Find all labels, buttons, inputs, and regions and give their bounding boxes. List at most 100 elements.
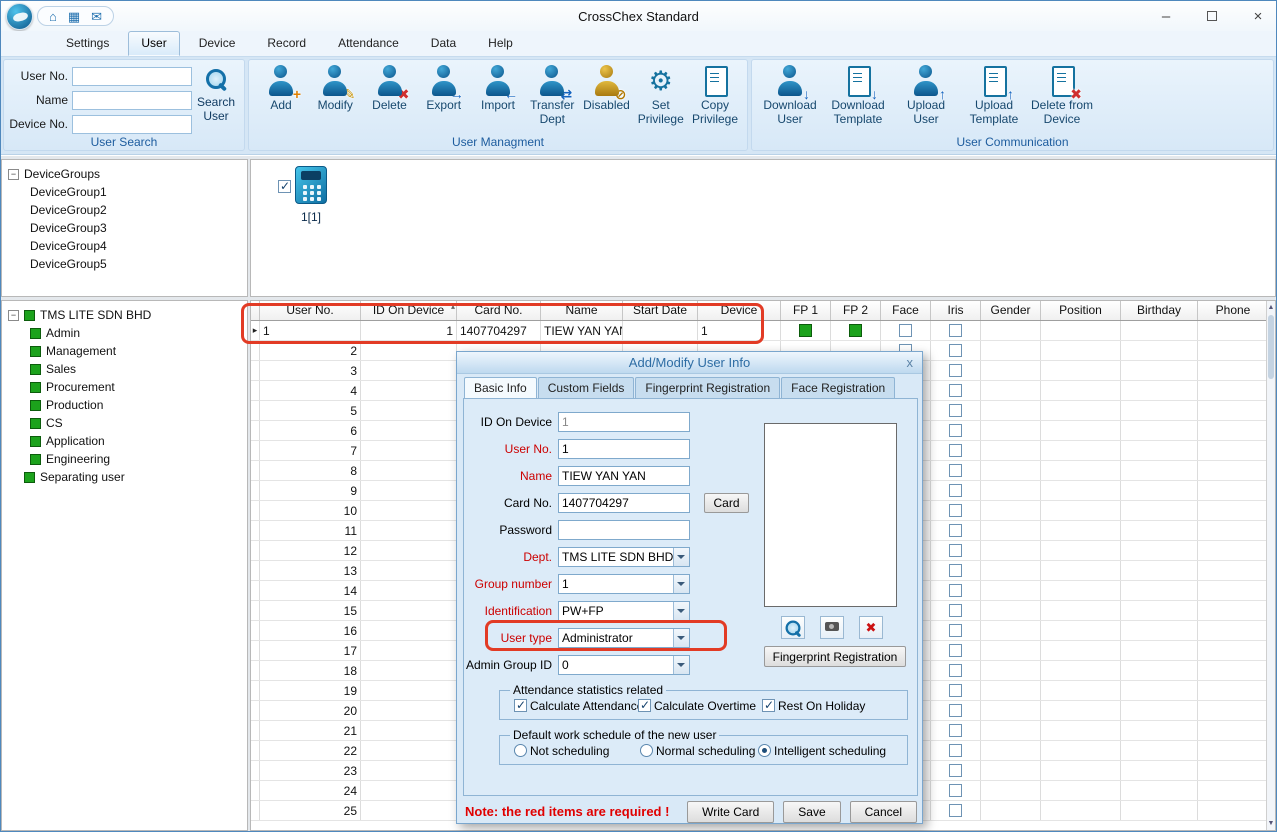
- dialog-tab-basic-info[interactable]: Basic Info: [464, 377, 537, 398]
- dialog-tab-custom-fields[interactable]: Custom Fields: [538, 377, 635, 398]
- iris-checkbox[interactable]: [949, 564, 962, 577]
- chevron-down-icon[interactable]: [673, 656, 689, 674]
- radio-not-scheduling[interactable]: Not scheduling: [514, 743, 609, 758]
- iris-checkbox[interactable]: [949, 704, 962, 717]
- search-input-name[interactable]: [72, 91, 192, 110]
- scroll-up-icon[interactable]: ▲: [1267, 301, 1275, 314]
- ribbon-button-import[interactable]: ←Import: [472, 62, 524, 138]
- chevron-down-icon[interactable]: [673, 548, 689, 566]
- field-dept[interactable]: TMS LITE SDN BHD: [558, 547, 690, 567]
- iris-checkbox[interactable]: [949, 384, 962, 397]
- iris-checkbox[interactable]: [949, 464, 962, 477]
- home-icon[interactable]: ⌂: [49, 10, 57, 23]
- radio-button[interactable]: [514, 744, 527, 757]
- iris-checkbox[interactable]: [949, 364, 962, 377]
- column-header-device[interactable]: Device: [698, 301, 781, 320]
- ribbon-button-copy-privilege[interactable]: Copy Privilege: [689, 62, 741, 138]
- tab-data[interactable]: Data: [418, 31, 469, 56]
- card-button[interactable]: Card: [704, 493, 749, 513]
- iris-checkbox[interactable]: [949, 724, 962, 737]
- dialog-close-button[interactable]: x: [907, 352, 914, 373]
- chevron-down-icon[interactable]: [673, 602, 689, 620]
- radio-intelligent-scheduling[interactable]: Intelligent scheduling: [758, 743, 886, 758]
- column-header-card-no[interactable]: Card No.: [457, 301, 541, 320]
- scroll-down-icon[interactable]: ▼: [1267, 817, 1275, 830]
- tab-help[interactable]: Help: [475, 31, 526, 56]
- column-header-fp-1[interactable]: FP 1: [781, 301, 831, 320]
- field-user-no[interactable]: [558, 439, 690, 459]
- iris-checkbox[interactable]: [949, 584, 962, 597]
- tree-item-devicegroup2[interactable]: DeviceGroup2: [2, 201, 247, 219]
- iris-checkbox[interactable]: [949, 444, 962, 457]
- tree-item-admin[interactable]: Admin: [2, 324, 247, 342]
- tree-item-devicegroup3[interactable]: DeviceGroup3: [2, 219, 247, 237]
- tree-item-management[interactable]: Management: [2, 342, 247, 360]
- field-identification[interactable]: PW+FP: [558, 601, 690, 621]
- ribbon-button-disabled[interactable]: ⊘Disabled: [581, 62, 633, 138]
- tree-item-separating-user[interactable]: Separating user: [2, 468, 247, 486]
- dialog-tab-face-registration[interactable]: Face Registration: [781, 377, 895, 398]
- checkbox-calculate-overtime[interactable]: Calculate Overtime: [638, 698, 756, 713]
- face-checkbox[interactable]: [899, 324, 912, 337]
- checkbox-box[interactable]: [638, 699, 651, 712]
- ribbon-button-set-privilege[interactable]: ⚙Set Privilege: [635, 62, 687, 138]
- photo-delete-button[interactable]: ✖: [859, 616, 883, 639]
- ribbon-button-download-template[interactable]: ↓Download Template: [826, 62, 890, 138]
- photo-zoom-button[interactable]: [781, 616, 805, 639]
- tree-item-production[interactable]: Production: [2, 396, 247, 414]
- search-input-user-no[interactable]: [72, 67, 192, 86]
- iris-checkbox[interactable]: [949, 644, 962, 657]
- field-id-on-device[interactable]: [558, 412, 690, 432]
- maximize-button[interactable]: [1204, 9, 1220, 24]
- tree-item-devicegroup1[interactable]: DeviceGroup1: [2, 183, 247, 201]
- minimize-button[interactable]: –: [1158, 9, 1174, 24]
- tree-item-devicegroup5[interactable]: DeviceGroup5: [2, 255, 247, 273]
- iris-checkbox[interactable]: [949, 804, 962, 817]
- collapse-icon[interactable]: −: [8, 169, 19, 180]
- tree-item-devicegroup4[interactable]: DeviceGroup4: [2, 237, 247, 255]
- ribbon-button-upload-user[interactable]: ↑Upload User: [894, 62, 958, 138]
- column-header-gender[interactable]: Gender: [981, 301, 1041, 320]
- button-write-card[interactable]: Write Card: [687, 801, 774, 823]
- column-header-start-date[interactable]: Start Date: [623, 301, 698, 320]
- tab-user[interactable]: User: [128, 31, 179, 56]
- photo-camera-button[interactable]: [820, 616, 844, 639]
- collapse-icon[interactable]: −: [8, 310, 19, 321]
- dialog-titlebar[interactable]: Add/Modify User Info x: [457, 352, 922, 374]
- iris-checkbox[interactable]: [949, 344, 962, 357]
- column-header-id-on-device[interactable]: ID On Device▴: [361, 301, 457, 320]
- field-name[interactable]: [558, 466, 690, 486]
- iris-checkbox[interactable]: [949, 424, 962, 437]
- tree-item-engineering[interactable]: Engineering: [2, 450, 247, 468]
- checkbox-calculate-attendance[interactable]: Calculate Attendance: [514, 698, 643, 713]
- iris-checkbox[interactable]: [949, 744, 962, 757]
- iris-checkbox[interactable]: [949, 664, 962, 677]
- tree-item-cs[interactable]: CS: [2, 414, 247, 432]
- field-admin-group-id[interactable]: 0: [558, 655, 690, 675]
- close-button[interactable]: ×: [1250, 9, 1266, 24]
- iris-checkbox[interactable]: [949, 764, 962, 777]
- tab-settings[interactable]: Settings: [53, 31, 122, 56]
- scrollbar-thumb[interactable]: [1268, 315, 1274, 379]
- iris-checkbox[interactable]: [949, 504, 962, 517]
- column-header-position[interactable]: Position: [1041, 301, 1121, 320]
- message-icon[interactable]: ✉: [91, 10, 102, 23]
- iris-checkbox[interactable]: [949, 604, 962, 617]
- ribbon-button-upload-template[interactable]: ↑Upload Template: [962, 62, 1026, 138]
- button-cancel[interactable]: Cancel: [850, 801, 917, 823]
- ribbon-button-export[interactable]: →Export: [418, 62, 470, 138]
- field-password[interactable]: [558, 520, 690, 540]
- iris-checkbox[interactable]: [949, 544, 962, 557]
- iris-checkbox[interactable]: [949, 324, 962, 337]
- checkbox-box[interactable]: [514, 699, 527, 712]
- tab-record[interactable]: Record: [254, 31, 319, 56]
- radio-normal-scheduling[interactable]: Normal scheduling: [640, 743, 755, 758]
- ribbon-button-delete-from-device[interactable]: ✖Delete from Device: [1030, 62, 1094, 138]
- iris-checkbox[interactable]: [949, 404, 962, 417]
- iris-checkbox[interactable]: [949, 624, 962, 637]
- checkbox-rest-on-holiday[interactable]: Rest On Holiday: [762, 698, 865, 713]
- device-icon[interactable]: [295, 166, 327, 204]
- chevron-down-icon[interactable]: [673, 629, 689, 647]
- radio-button[interactable]: [758, 744, 771, 757]
- tree-root-devicegroups[interactable]: −DeviceGroups: [2, 165, 247, 183]
